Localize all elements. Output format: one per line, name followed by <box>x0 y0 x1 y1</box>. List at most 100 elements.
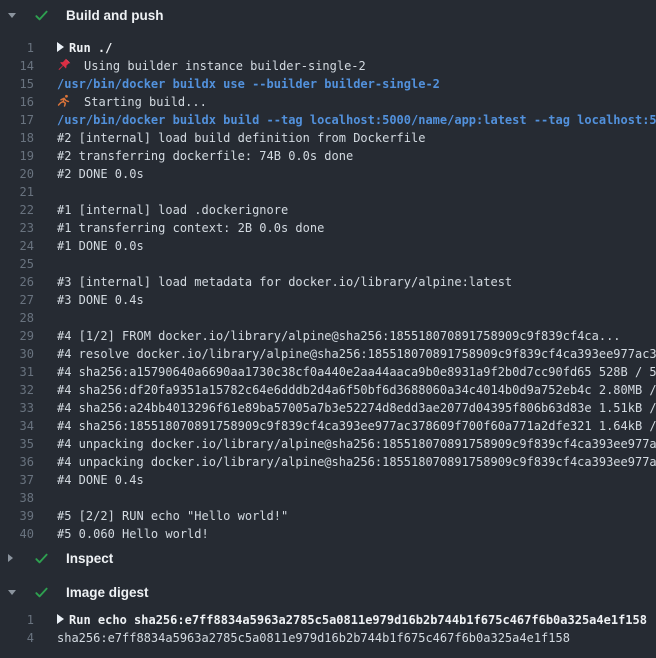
line-number[interactable]: 30 <box>0 345 34 363</box>
line-number[interactable]: 39 <box>0 507 34 525</box>
log-line: 21 <box>0 183 656 201</box>
log-line: 40 #5 0.060 Hello world! <box>0 525 656 543</box>
line-number[interactable]: 28 <box>0 309 34 327</box>
section-image-digest: Image digest 1Run echo sha256:e7ff8834a5… <box>0 577 656 647</box>
log-line: 18 #2 [internal] load build definition fr… <box>0 129 656 147</box>
log-text: #4 unpacking docker.io/library/alpine@sh… <box>57 435 656 453</box>
line-number[interactable]: 25 <box>0 255 34 273</box>
line-number[interactable]: 17 <box>0 111 34 129</box>
line-number[interactable]: 37 <box>0 471 34 489</box>
line-number[interactable]: 16 <box>0 93 34 111</box>
line-number[interactable]: 14 <box>0 57 34 75</box>
line-number[interactable]: 22 <box>0 201 34 219</box>
line-number[interactable]: 26 <box>0 273 34 291</box>
check-success-icon <box>34 8 49 23</box>
line-number[interactable]: 29 <box>0 327 34 345</box>
log-line: 31 #4 sha256:a15790640a6690aa1730c38cf0a4… <box>0 363 656 381</box>
log-line: 27 #3 DONE 0.4s <box>0 291 656 309</box>
section-title: Build and push <box>66 8 164 23</box>
log-line: 22#1 [internal] load .dockerignore <box>0 201 656 219</box>
log-text: #3 [internal] load metadata for docker.i… <box>57 273 512 291</box>
expand-run-icon[interactable] <box>57 614 64 624</box>
log-line: 24 #1 DONE 0.0s <box>0 237 656 255</box>
line-number[interactable]: 34 <box>0 417 34 435</box>
log-text: Run ./ <box>57 39 112 57</box>
log-text: #1 DONE 0.0s <box>57 237 144 255</box>
line-number[interactable]: 27 <box>0 291 34 309</box>
line-number[interactable]: 21 <box>0 183 34 201</box>
actions-log-viewer: { "theme": { "background": "#262b33", "t… <box>0 0 656 658</box>
section-build-and-push: Build and push 1 Run ./ 14 Using builder in… <box>0 0 656 543</box>
line-number[interactable]: 31 <box>0 363 34 381</box>
line-number[interactable]: 20 <box>0 165 34 183</box>
log-text: #1 transferring context: 2B 0.0s done <box>57 219 324 237</box>
log-text: #5 0.060 Hello world! <box>57 525 209 543</box>
log-line: 28 <box>0 309 656 327</box>
log-text: /usr/bin/docker buildx build --tag local… <box>57 111 656 129</box>
log-text: #4 sha256:a15790640a6690aa1730c38cf0a440… <box>57 363 656 381</box>
expand-run-icon[interactable] <box>57 42 64 52</box>
section-inspect: Inspect <box>0 543 656 573</box>
log-text: #4 unpacking docker.io/library/alpine@sh… <box>57 453 656 471</box>
log-line: 15/usr/bin/docker buildx use --builder b… <box>0 75 656 93</box>
log-text: sha256:e7ff8834a5963a2785c5a0811e979d16b… <box>57 629 570 647</box>
log-line: 30 #4 resolve docker.io/library/alpine@sh… <box>0 345 656 363</box>
line-number[interactable]: 18 <box>0 129 34 147</box>
log-text: #2 [internal] load build definition from… <box>57 129 425 147</box>
log-line: 23 #1 transferring context: 2B 0.0s done <box>0 219 656 237</box>
line-number[interactable]: 23 <box>0 219 34 237</box>
log-lines-build-and-push: 1 Run ./ 14 Using builder instance builder-… <box>0 30 656 543</box>
log-text: #4 sha256:185518070891758909c9f839cf4ca3… <box>57 417 656 435</box>
log-line: 34 #4 sha256:185518070891758909c9f839cf4c… <box>0 417 656 435</box>
line-number[interactable]: 24 <box>0 237 34 255</box>
chevron-down-icon[interactable] <box>8 590 18 595</box>
log-line: 25 <box>0 255 656 273</box>
log-line: 39 #5 [2/2] RUN echo "Hello world!" <box>0 507 656 525</box>
log-line: 37 #4 DONE 0.4s <box>0 471 656 489</box>
log-text: Starting build... <box>57 93 207 111</box>
log-text: /usr/bin/docker buildx use --builder bui… <box>57 75 440 93</box>
log-line: 35 #4 unpacking docker.io/library/alpine@… <box>0 435 656 453</box>
pushpin-icon <box>57 58 72 72</box>
section-header-image-digest[interactable]: Image digest <box>0 577 656 607</box>
log-text: #4 resolve docker.io/library/alpine@sha2… <box>57 345 656 363</box>
line-number[interactable]: 35 <box>0 435 34 453</box>
log-text: Using builder instance builder-single-2 <box>57 57 366 75</box>
log-line: 38 <box>0 489 656 507</box>
log-text: #2 DONE 0.0s <box>57 165 144 183</box>
log-line: 4 sha256:e7ff8834a5963a2785c5a0811e979d16… <box>0 629 656 647</box>
log-line: 19 #2 transferring dockerfile: 74B 0.0s d… <box>0 147 656 165</box>
log-text: #4 sha256:a24bb4013296f61e89ba57005a7b3e… <box>57 399 656 417</box>
section-header-build-and-push[interactable]: Build and push <box>0 0 656 30</box>
log-text: #5 [2/2] RUN echo "Hello world!" <box>57 507 288 525</box>
section-header-inspect[interactable]: Inspect <box>0 543 656 573</box>
line-number[interactable]: 4 <box>0 629 34 647</box>
section-title: Inspect <box>66 551 113 566</box>
line-number[interactable]: 38 <box>0 489 34 507</box>
line-number[interactable]: 32 <box>0 381 34 399</box>
log-text: #4 sha256:df20fa9351a15782c64e6dddb2d4a6… <box>57 381 656 399</box>
line-number[interactable]: 1 <box>0 611 34 629</box>
line-number[interactable]: 1 <box>0 39 34 57</box>
log-text: #4 DONE 0.4s <box>57 471 144 489</box>
section-title: Image digest <box>66 585 149 600</box>
log-line: 33 #4 sha256:a24bb4013296f61e89ba57005a7b… <box>0 399 656 417</box>
log-line: 14 Using builder instance builder-single-… <box>0 57 656 75</box>
line-number[interactable]: 36 <box>0 453 34 471</box>
log-lines-image-digest: 1Run echo sha256:e7ff8834a5963a2785c5a08… <box>0 607 656 647</box>
chevron-down-icon[interactable] <box>8 13 18 18</box>
log-line: 20 #2 DONE 0.0s <box>0 165 656 183</box>
chevron-right-icon[interactable] <box>8 554 18 562</box>
line-number[interactable]: 33 <box>0 399 34 417</box>
log-line: 36 #4 unpacking docker.io/library/alpine@… <box>0 453 656 471</box>
log-text: #3 DONE 0.4s <box>57 291 144 309</box>
runner-icon <box>57 94 72 108</box>
line-number[interactable]: 15 <box>0 75 34 93</box>
log-line: 1Run echo sha256:e7ff8834a5963a2785c5a08… <box>0 611 656 629</box>
log-line: 32 #4 sha256:df20fa9351a15782c64e6dddb2d4… <box>0 381 656 399</box>
log-text: #2 transferring dockerfile: 74B 0.0s don… <box>57 147 353 165</box>
log-line: 26 #3 [internal] load metadata for docker… <box>0 273 656 291</box>
line-number[interactable]: 19 <box>0 147 34 165</box>
log-line: 16 Starting build... <box>0 93 656 111</box>
line-number[interactable]: 40 <box>0 525 34 543</box>
